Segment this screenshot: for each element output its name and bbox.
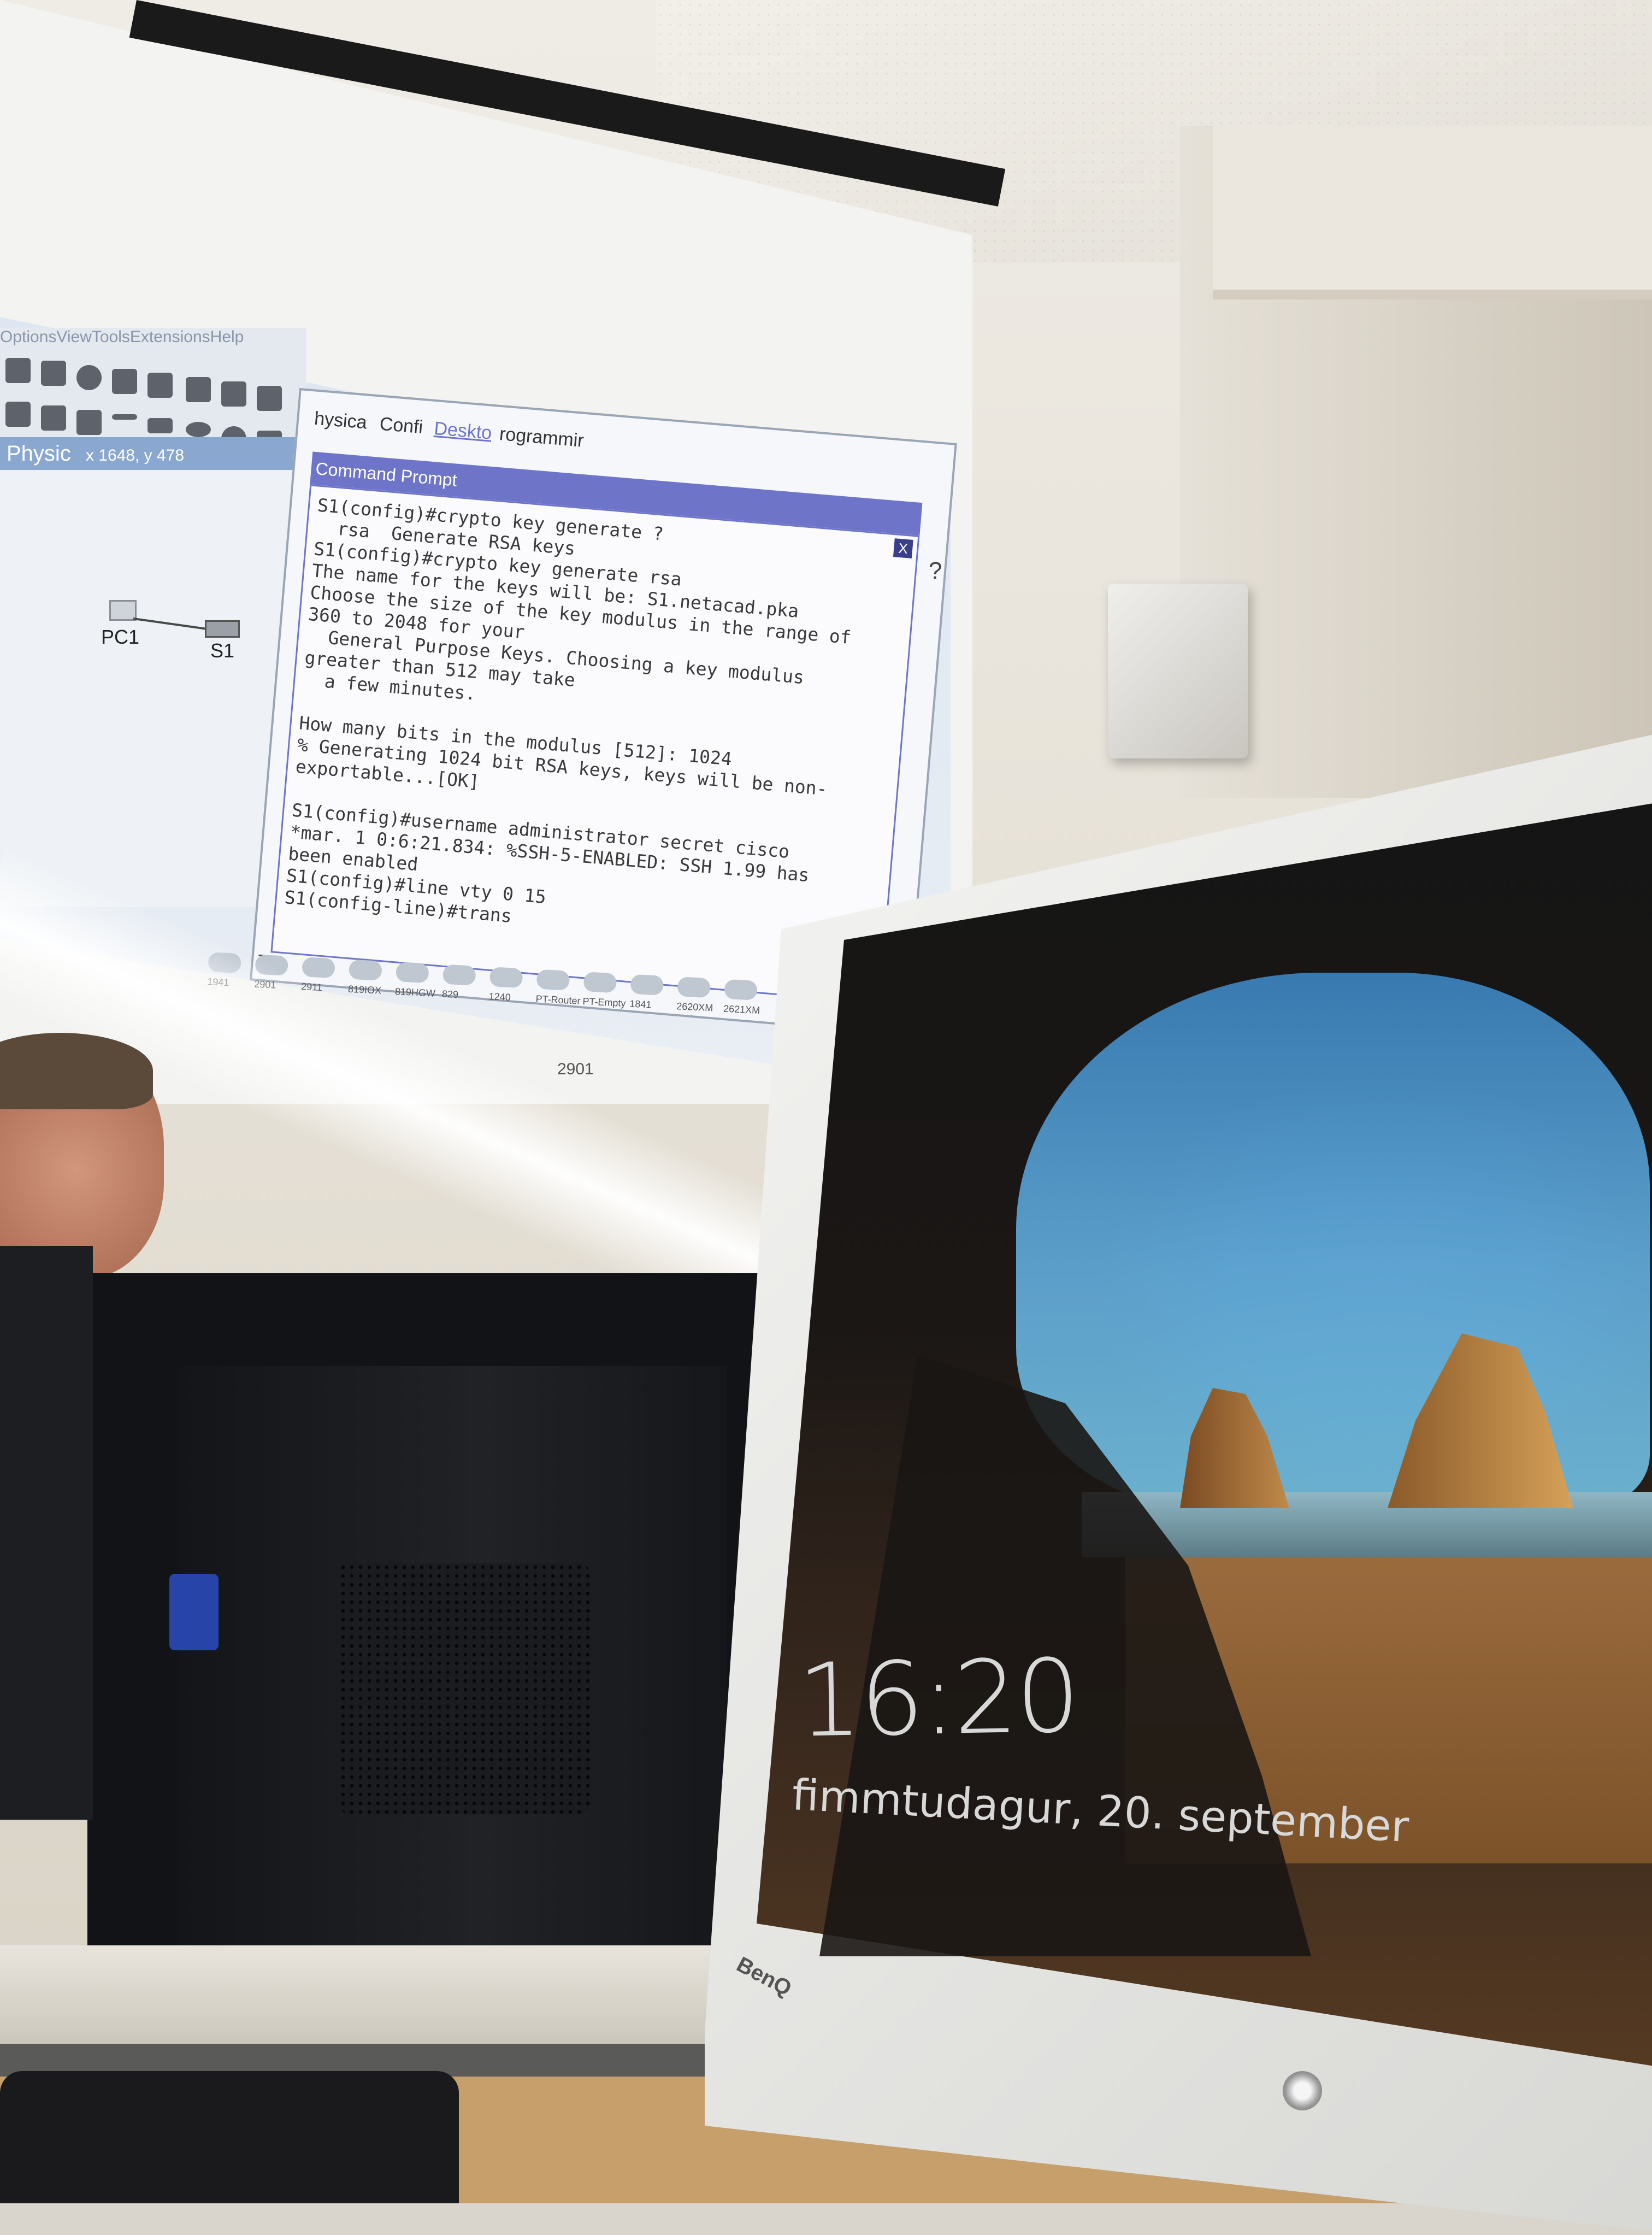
palette-device-icon[interactable] <box>489 967 523 989</box>
tab-physical[interactable]: hysica <box>314 408 368 434</box>
vga-connector <box>169 1574 219 1650</box>
help-icon[interactable]: ? <box>929 557 942 585</box>
copy-icon[interactable] <box>186 377 211 402</box>
palette-device-icon[interactable] <box>630 974 664 996</box>
palette-device-label: PT-Empty <box>582 996 626 1009</box>
tab-desktop[interactable]: Deskto <box>433 418 493 444</box>
palette-device-icon[interactable] <box>583 972 617 993</box>
palette-device-label: PT-Router <box>535 993 581 1007</box>
save-icon[interactable] <box>5 358 31 383</box>
lock-screen-time: 16:20 <box>796 1637 1079 1760</box>
device-model-caption: 2901 <box>557 1060 594 1078</box>
s1-switch-icon[interactable] <box>205 620 240 638</box>
undo-icon[interactable] <box>257 386 282 411</box>
tab-config[interactable]: Confi <box>379 414 423 439</box>
logical-workspace[interactable] <box>0 470 306 907</box>
s1-label: S1 <box>210 639 235 662</box>
palette-device-label: 829 <box>441 988 459 1001</box>
workspace-tab-label: Physic <box>7 442 71 466</box>
delete-icon[interactable] <box>5 402 31 427</box>
activity-wizard-icon[interactable] <box>112 369 137 394</box>
palette-device-label: 819HGW <box>394 986 436 999</box>
coords-readout: x 1648, y 478 <box>85 446 185 464</box>
print-icon[interactable] <box>41 361 66 386</box>
palette-device-icon[interactable] <box>302 957 335 979</box>
resize-icon[interactable] <box>41 405 66 431</box>
palette-device-label: 1240 <box>488 991 511 1003</box>
pillar-cap <box>1213 126 1652 299</box>
ellipse-icon[interactable] <box>186 422 211 437</box>
black-bag <box>0 2071 459 2203</box>
palette-device-icon[interactable] <box>395 962 429 984</box>
palette-device-label: 2621XM <box>723 1003 760 1016</box>
lock-screen-sky <box>1016 973 1650 1508</box>
tab-programming[interactable]: rogrammir <box>499 424 585 452</box>
command-prompt-title: Command Prompt <box>315 458 458 490</box>
user-profile-icon[interactable] <box>148 373 173 398</box>
info-icon[interactable] <box>76 365 102 390</box>
rectangle-icon[interactable] <box>148 418 173 433</box>
terminal-output: S1(config)#crypto key generate ? rsa Gen… <box>284 495 912 958</box>
palette-device-icon[interactable] <box>536 969 570 991</box>
palette-device-icon[interactable] <box>677 977 711 998</box>
palette-device-icon[interactable] <box>724 979 758 1001</box>
palette-device-label: 819IOX <box>347 983 382 996</box>
palette-device-icon[interactable] <box>442 964 476 986</box>
palette-device-label: 1841 <box>629 998 652 1010</box>
left-monitor <box>0 1246 93 1820</box>
device-tabs: hysica Confi Deskto rogrammir <box>312 408 585 451</box>
menu-bar[interactable]: OptionsViewToolsExtensionsHelp <box>0 328 244 346</box>
desk <box>0 1945 819 2055</box>
note-icon[interactable] <box>76 410 102 435</box>
line-icon[interactable] <box>112 414 137 420</box>
paste-icon[interactable] <box>221 381 246 407</box>
packet-tracer-toolbar: OptionsViewToolsExtensionsHelp <box>0 328 306 456</box>
pc-fan-vent <box>339 1563 590 1814</box>
pc1-label: PC1 <box>101 626 140 648</box>
physical-workspace-tab[interactable]: Physic x 1648, y 478 <box>0 437 306 470</box>
palette-device-icon[interactable] <box>349 959 382 981</box>
pc1-device-icon[interactable] <box>109 600 137 621</box>
monitor-power-button[interactable] <box>1283 2071 1322 2110</box>
palette-device-label: 2620XM <box>676 1001 713 1014</box>
wall-speaker <box>1108 584 1248 758</box>
